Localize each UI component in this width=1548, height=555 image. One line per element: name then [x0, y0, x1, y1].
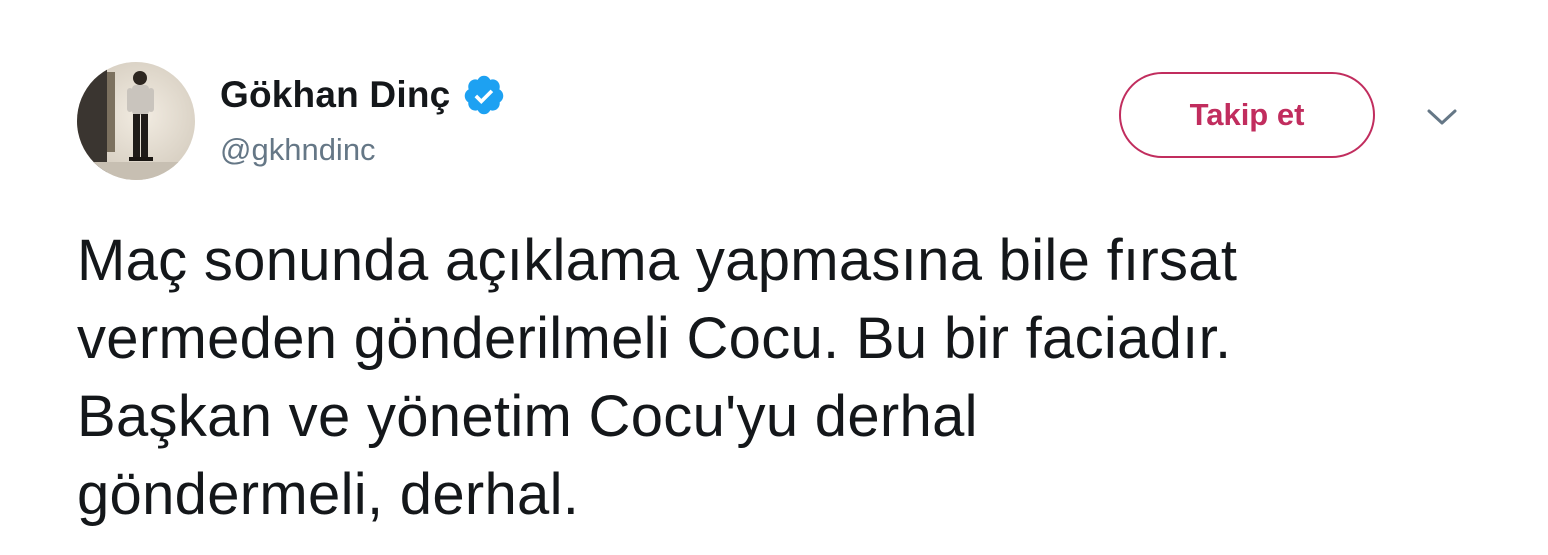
avatar-photo-icon [77, 62, 195, 180]
tweet-card: Gökhan Dinç @gkhndinc Takip et Maç sonun… [0, 0, 1548, 555]
author-avatar[interactable] [77, 62, 195, 180]
verified-badge-icon [462, 73, 506, 117]
author-display-name[interactable]: Gökhan Dinç [220, 74, 450, 116]
author-handle[interactable]: @gkhndinc [220, 132, 376, 168]
follow-button[interactable]: Takip et [1119, 72, 1375, 158]
author-name-row: Gökhan Dinç [220, 70, 506, 120]
chevron-down-icon[interactable] [1425, 105, 1459, 129]
tweet-text: Maç sonunda açıklama yapmasına bile fırs… [77, 228, 1238, 527]
